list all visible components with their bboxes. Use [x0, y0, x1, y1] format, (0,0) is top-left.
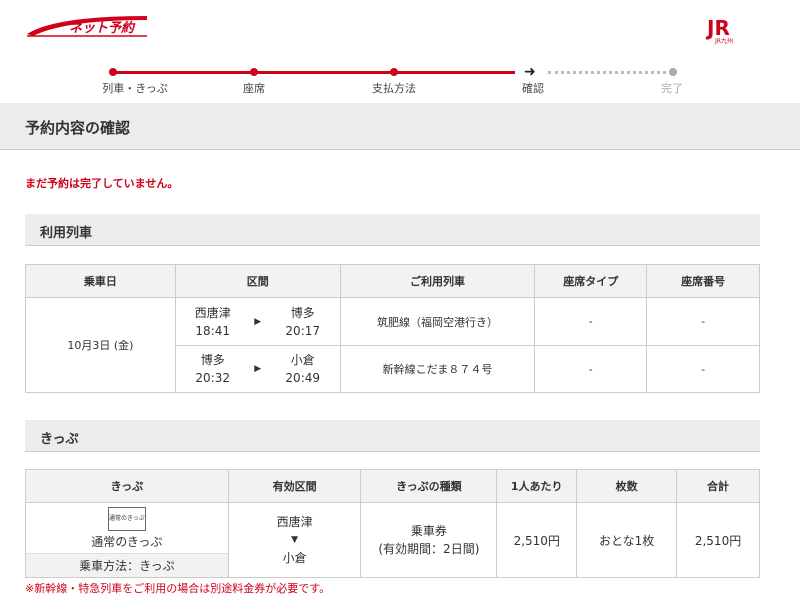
validity-period: (有効期間：2日間) — [378, 542, 480, 556]
net-yoyaku-logo[interactable]: ネット予約 — [25, 12, 149, 40]
seat-type: - — [534, 345, 648, 393]
ticket-image: 通常のきっぷ — [107, 507, 146, 531]
seat-number: - — [646, 297, 760, 346]
col-header-date: 乗車日 — [25, 264, 176, 298]
train-name: 筑肥線（福岡空港行き） — [339, 297, 536, 346]
ticket-count: おとな1枚 — [576, 502, 678, 578]
col-header-unit-price: 1人あたり — [496, 469, 578, 503]
seat-type: - — [534, 297, 648, 346]
ticket-table: きっぷ 有効区間 きっぷの種類 1人あたり 枚数 合計 通常のきっぷ 通常のきっ… — [25, 469, 760, 578]
arrow-right-icon: ▶ — [254, 364, 262, 374]
departure-time: 20:32 — [195, 371, 231, 385]
step-label-3: 支払方法 — [372, 82, 416, 95]
arrival-time: 20:17 — [285, 323, 321, 338]
col-header-section: 区間 — [174, 264, 341, 298]
progress-steps: ➜ 列車・きっぷ 座席 支払方法 確認 完了 — [0, 58, 800, 98]
col-header-valid-section: 有効区間 — [227, 469, 362, 503]
total-price: 2,510円 — [676, 502, 760, 578]
train-table-header: 乗車日 区間 ご利用列車 座席タイプ 座席番号 — [25, 264, 760, 298]
arrow-right-icon: ▶ — [254, 316, 262, 327]
train-section-header: 利用列車 — [25, 214, 760, 246]
col-header-ticket: きっぷ — [25, 469, 229, 503]
from-station: 博多 — [200, 353, 225, 367]
step-dot-5 — [669, 68, 677, 76]
ticket-section-title: きっぷ — [40, 432, 79, 447]
progress-remaining — [548, 71, 673, 74]
ticket-name: 通常のきっぷ — [91, 535, 163, 549]
jr-kyushu-logo: JR JR九州 — [705, 16, 733, 45]
ticket-kind: 乗車券 — [410, 524, 447, 538]
logo-text: ネット予約 — [69, 20, 136, 36]
ticket-cell: 通常のきっぷ 通常のきっぷ 乗車方法：きっぷ — [25, 502, 229, 578]
step-label-4: 確認 — [522, 82, 544, 95]
seat-number: - — [646, 345, 760, 393]
route-cell: 博多 20:32 ▶ 小倉 20:49 — [174, 345, 341, 393]
step-dot-2 — [250, 68, 258, 76]
table-row: 10月3日 (金) 西唐津 18:41 ▶ 博多 20:17 筑肥線（福岡空港行き）… — [25, 297, 760, 393]
page-title-bar: 予約内容の確認 — [0, 103, 800, 150]
step-dot-1 — [109, 68, 117, 76]
incomplete-notice: まだ予約は完了していません。 — [25, 177, 179, 190]
ticket-table-header: きっぷ 有効区間 きっぷの種類 1人あたり 枚数 合計 — [25, 469, 760, 503]
current-step-arrow-icon: ➜ — [524, 64, 536, 80]
step-label-2: 座席 — [243, 82, 265, 95]
ride-date: 10月3日 (金) — [25, 297, 176, 393]
table-row: 通常のきっぷ 通常のきっぷ 乗車方法：きっぷ 西唐津 ▼ 小倉 乗車券 (有効期… — [25, 502, 760, 578]
train-section-title: 利用列車 — [40, 226, 93, 241]
progress-line — [113, 71, 515, 74]
train-table: 乗車日 区間 ご利用列車 座席タイプ 座席番号 10月3日 (金) 西唐津 18:… — [25, 264, 760, 393]
unit-price: 2,510円 — [496, 502, 578, 578]
route-cell: 西唐津 18:41 ▶ 博多 20:17 — [174, 297, 341, 346]
col-header-total: 合計 — [676, 469, 760, 503]
site-header: ネット予約 JR JR九州 — [0, 0, 800, 50]
departure-time: 18:41 — [195, 323, 231, 338]
col-header-count: 枚数 — [576, 469, 678, 503]
step-label-1: 列車・きっぷ — [102, 82, 168, 95]
svg-text:JR: JR — [705, 16, 730, 40]
valid-section-cell: 西唐津 ▼ 小倉 — [227, 502, 362, 578]
col-header-seat-no: 座席番号 — [646, 264, 760, 298]
train-name: 新幹線こだま８７４号 — [339, 345, 536, 393]
boarding-method: 乗車方法：きっぷ — [26, 553, 228, 577]
page-title: 予約内容の確認 — [25, 119, 131, 137]
col-header-seat-type: 座席タイプ — [534, 264, 648, 298]
to-station: 博多 — [290, 305, 315, 320]
step-label-5: 完了 — [661, 82, 683, 95]
step-dot-3 — [390, 68, 398, 76]
arrow-down-icon: ▼ — [291, 535, 299, 545]
valid-from: 西唐津 — [276, 515, 313, 529]
ticket-section-header: きっぷ — [25, 420, 760, 452]
col-header-ticket-kind: きっぷの種類 — [360, 469, 498, 503]
brand-text: JR九州 — [714, 37, 733, 45]
col-header-train: ご利用列車 — [339, 264, 536, 298]
from-station: 西唐津 — [194, 305, 231, 320]
to-station: 小倉 — [290, 353, 315, 367]
valid-to: 小倉 — [282, 551, 307, 565]
arrival-time: 20:49 — [285, 371, 321, 385]
footnote: ※新幹線・特急列車をご利用の場合は別途料金券が必要です。 — [25, 582, 331, 595]
ticket-kind-cell: 乗車券 (有効期間：2日間) — [360, 502, 498, 578]
